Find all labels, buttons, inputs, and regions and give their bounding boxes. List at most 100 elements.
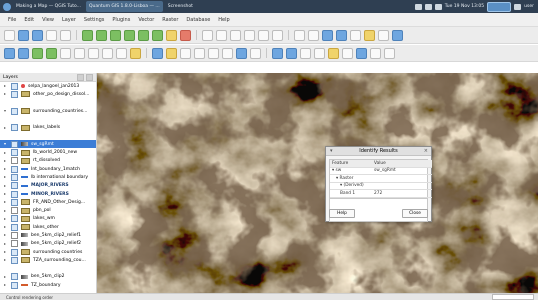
layer-item[interactable]: ▸ FR_AND_Other_Desig... — [0, 198, 96, 206]
bookmark-icon[interactable] — [236, 47, 247, 59]
menu-logo-icon[interactable] — [3, 2, 11, 11]
layer-item[interactable]: ▸ lb international boundary — [0, 173, 96, 181]
layer-visibility-checkbox[interactable] — [11, 107, 18, 115]
vertex-icon[interactable] — [342, 47, 353, 59]
network-icon[interactable] — [414, 3, 422, 10]
active-window-indicator[interactable] — [487, 1, 512, 12]
menu-raster[interactable]: Raster — [162, 17, 178, 23]
help-button[interactable]: Help — [329, 209, 355, 218]
expand-arrow-icon[interactable]: ▸ — [4, 92, 8, 96]
expand-arrow-icon[interactable]: ▸ — [4, 167, 8, 171]
layer-visibility-checkbox[interactable] — [11, 124, 18, 132]
layer-item[interactable]: ▸ ben_5km_clip2_relief2 — [0, 240, 96, 248]
layer-item[interactable]: ▸ other_po_design_dissol... — [0, 90, 96, 98]
raster-brightness-icon[interactable] — [300, 47, 311, 59]
layer-visibility-checkbox[interactable] — [11, 248, 18, 256]
grass-tools-icon[interactable] — [364, 29, 375, 41]
save-project-icon[interactable] — [32, 29, 43, 41]
result-value-cell[interactable] — [372, 183, 432, 190]
remove-layer-icon[interactable] — [180, 29, 191, 41]
expand-arrow-icon[interactable]: ▾ — [4, 109, 8, 113]
undo-icon[interactable] — [294, 29, 305, 41]
new-project-icon[interactable] — [4, 29, 15, 41]
expand-arrow-icon[interactable]: ▸ — [4, 175, 8, 179]
measure-icon[interactable] — [208, 47, 219, 59]
georeferencer-icon[interactable] — [356, 47, 367, 59]
more-tools-icon[interactable] — [384, 47, 395, 59]
menu-view[interactable]: View — [42, 17, 54, 23]
layer-item[interactable]: ▸ surrounding countries — [0, 248, 96, 256]
expand-arrow-icon[interactable]: ▸ — [4, 150, 8, 155]
layer-visibility-checkbox[interactable] — [11, 231, 18, 239]
expand-arrow-icon[interactable]: ▸ — [4, 200, 8, 204]
save-edits-icon[interactable] — [216, 29, 227, 41]
battery-icon[interactable] — [514, 3, 522, 10]
zoom-full-icon[interactable] — [60, 47, 71, 59]
layer-visibility-checkbox[interactable] — [11, 190, 18, 198]
layer-item[interactable]: ▸ lb_world_2001_new — [0, 148, 96, 157]
new-layer-icon[interactable] — [166, 29, 177, 41]
identify-icon[interactable] — [152, 47, 163, 59]
layer-item[interactable]: ▸ lakes_labels — [0, 123, 96, 132]
layer-visibility-checkbox[interactable] — [11, 273, 18, 281]
zoom-in-icon[interactable] — [32, 47, 43, 59]
map-canvas[interactable] — [97, 73, 538, 293]
result-feature-cell[interactable]: ▾ sw — [330, 168, 372, 175]
layer-item[interactable]: ▸ rt_dissolved — [0, 157, 96, 165]
save-as-icon[interactable] — [46, 29, 57, 41]
menu-file[interactable]: File — [8, 17, 16, 23]
column-header-feature[interactable]: Feature — [330, 160, 372, 168]
result-value-cell[interactable]: sw_sgRmt — [372, 168, 432, 175]
digitize-icon[interactable] — [328, 47, 339, 59]
open-project-icon[interactable] — [18, 29, 29, 41]
raster-histogram-icon[interactable] — [272, 47, 283, 59]
column-header-value[interactable]: Value — [372, 160, 432, 168]
dialog-menu-icon[interactable]: ▾ — [330, 148, 333, 154]
menu-edit[interactable]: Edit — [24, 17, 34, 23]
layer-item[interactable]: ▸ lakes_other — [0, 223, 96, 231]
delete-selected-icon[interactable] — [272, 29, 283, 41]
expand-arrow-icon[interactable]: ▾ — [4, 142, 8, 146]
pencil-edit-icon[interactable] — [202, 29, 213, 41]
expand-arrow-icon[interactable]: ▸ — [4, 258, 8, 262]
expand-arrow-icon[interactable]: ▸ — [4, 192, 8, 196]
result-feature-cell[interactable]: ▾ Raster — [330, 175, 372, 183]
menu-database[interactable]: Database — [186, 17, 210, 23]
layer-visibility-checkbox[interactable] — [11, 240, 18, 248]
layer-item[interactable]: ▸ Int_boundary_1match — [0, 165, 96, 173]
layer-visibility-checkbox[interactable] — [11, 173, 18, 181]
task-qgis[interactable]: Quantum GIS 1.8.0-Lisboa — ... — [85, 1, 163, 12]
layer-item[interactable]: ▸ TZ_boundary — [0, 281, 96, 289]
menu-vector[interactable]: Vector — [138, 17, 154, 23]
python-console-icon[interactable] — [350, 29, 361, 41]
add-feature-icon[interactable] — [230, 29, 241, 41]
menu-settings[interactable]: Settings — [84, 17, 105, 23]
pan-selection-icon[interactable] — [18, 47, 29, 59]
layer-visibility-checkbox[interactable] — [11, 82, 18, 90]
open-table-icon[interactable] — [194, 47, 205, 59]
mail-icon[interactable] — [434, 3, 442, 10]
close-button[interactable]: Close — [402, 209, 428, 218]
coordinate-field[interactable] — [492, 294, 534, 300]
expand-arrow-icon[interactable]: ▸ — [4, 84, 8, 88]
layer-item[interactable]: ▸ selpa_langoel_jan2013 — [0, 82, 96, 90]
layer-item[interactable]: ▸ TZA_surrounding_cou... — [0, 256, 96, 264]
processing-icon[interactable] — [378, 29, 389, 41]
result-value-cell[interactable]: 272 — [372, 190, 432, 198]
zoom-next-icon[interactable] — [116, 47, 127, 59]
layer-visibility-checkbox[interactable] — [11, 198, 18, 206]
menu-layer[interactable]: Layer — [62, 17, 76, 23]
layer-visibility-checkbox[interactable] — [11, 140, 18, 148]
zoom-out-icon[interactable] — [46, 47, 57, 59]
raster-contrast-icon[interactable] — [314, 47, 325, 59]
panel-close-icon[interactable] — [86, 73, 93, 81]
result-feature-cell[interactable]: Band 1 — [330, 190, 372, 198]
add-postgis-icon[interactable] — [110, 29, 121, 41]
layer-item[interactable]: ▸ lakes_wm — [0, 215, 96, 223]
layer-visibility-checkbox[interactable] — [11, 182, 18, 190]
snapping-icon[interactable] — [370, 47, 381, 59]
layer-item[interactable]: ▸ MINOR_RIVERS — [0, 190, 96, 198]
expand-arrow-icon[interactable]: ▸ — [4, 183, 8, 188]
layer-item[interactable]: ▸ ben_5km_clip2_relief1 — [0, 231, 96, 239]
close-icon[interactable]: × — [424, 148, 428, 154]
